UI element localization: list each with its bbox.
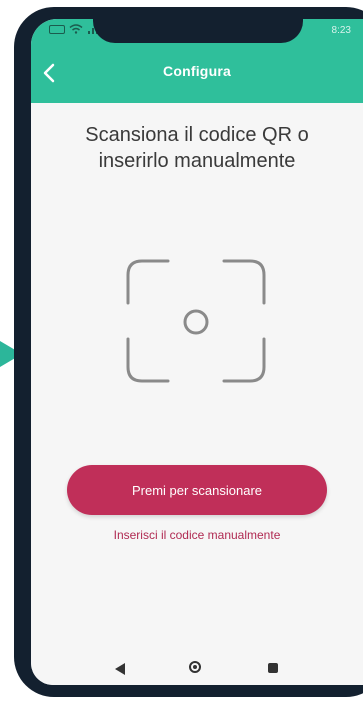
nav-back-icon[interactable] <box>115 663 125 675</box>
heading-line-2: inserirlo manualmente <box>98 150 296 172</box>
app-bar: Configura <box>31 43 363 103</box>
phone-screen: 8:23 Configura Scansiona il codice QR o … <box>31 19 363 685</box>
nav-recent-icon[interactable] <box>268 663 278 673</box>
page-title: Configura <box>163 63 231 79</box>
battery-icon <box>49 24 65 34</box>
camera-notch <box>93 19 303 43</box>
status-bar: 8:23 <box>31 19 363 43</box>
status-icons <box>49 24 99 34</box>
qr-scan-frame-icon <box>126 259 266 383</box>
wifi-icon <box>69 24 83 34</box>
scan-button[interactable]: Premi per scansionare <box>67 465 327 515</box>
status-time: 8:23 <box>331 25 351 36</box>
heading-line-1: Scansiona il codice QR o <box>85 124 309 146</box>
manual-entry-link[interactable]: Inserisci il codice manualmente <box>31 528 363 542</box>
nav-home-icon[interactable] <box>189 661 201 673</box>
system-nav-bar <box>31 655 363 685</box>
instruction-heading: Scansiona il codice QR o inserirlo manua… <box>31 122 363 174</box>
stage: 8:23 Configura Scansiona il codice QR o … <box>0 0 363 702</box>
